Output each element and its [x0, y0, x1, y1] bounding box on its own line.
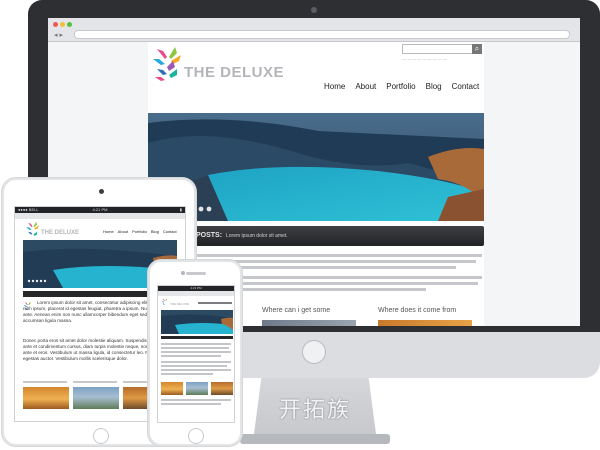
body-text-line — [161, 399, 231, 401]
maximize-window-button[interactable] — [67, 22, 72, 27]
slider-dot[interactable] — [206, 206, 212, 212]
body-text-line — [161, 365, 227, 367]
column-title — [73, 381, 117, 383]
birds-logo-icon — [153, 47, 181, 81]
nav-contact[interactable]: Contact — [452, 82, 480, 91]
nav-home[interactable]: Home — [324, 82, 345, 91]
body-text-line — [196, 254, 482, 257]
site-logo-text: THE DELUXE — [170, 302, 190, 306]
main-nav: Home About Portfolio Blog Contact — [324, 82, 479, 91]
minimize-window-button[interactable] — [60, 22, 65, 27]
phone-nav[interactable] — [198, 302, 232, 304]
body-text-line — [161, 347, 229, 349]
body-text-line — [161, 403, 221, 405]
body-text-line — [161, 369, 231, 371]
posts-bar — [161, 336, 233, 339]
site-logo-text: THE DELUXE — [184, 64, 285, 81]
nav-about[interactable]: About — [355, 82, 376, 91]
body-text-line — [161, 343, 231, 345]
posts-text[interactable]: Lorem ipsum dolor sit amet. — [226, 233, 288, 239]
iphone-home-button[interactable] — [188, 428, 204, 444]
nav-portfolio[interactable]: Portfolio — [132, 229, 147, 234]
column-title-where-from: Where does it come from — [378, 307, 457, 314]
nav-contact[interactable]: Contact — [163, 229, 177, 234]
tablet-nav: Home About Portfolio Blog Contact — [103, 229, 177, 234]
iphone-screen: 4:21 PM THE DELUXE — [157, 285, 235, 423]
site-logo-text: THE DELUXE — [41, 230, 80, 236]
close-window-button[interactable] — [53, 22, 58, 27]
clock-label: 4:21 PM — [190, 286, 202, 290]
column-title — [23, 381, 67, 383]
iphone-speaker — [186, 272, 206, 275]
browser-chrome: ◂ ▸ — [48, 18, 580, 42]
ipad-browser-toolbar — [15, 213, 185, 219]
ipad-home-button[interactable] — [93, 428, 109, 444]
site-tagline: — — — — — — — — — — [402, 56, 447, 61]
birds-logo-icon — [161, 298, 168, 305]
nav-blog[interactable]: Blog — [426, 82, 442, 91]
thumbnail-image[interactable] — [23, 387, 69, 409]
nav-portfolio[interactable]: Portfolio — [386, 82, 415, 91]
nav-about[interactable]: About — [118, 229, 128, 234]
body-text-line — [161, 373, 213, 375]
imac-camera — [311, 7, 317, 13]
thumbnail-image[interactable] — [262, 320, 356, 326]
search-input[interactable] — [402, 44, 482, 54]
iphone-camera — [181, 271, 185, 275]
watermark-text: 开拓族 — [278, 398, 351, 423]
body-text-line — [161, 351, 231, 353]
column-title-where-get: Where can i get some — [262, 307, 331, 314]
thumbnail-image[interactable] — [73, 387, 119, 409]
slider-dot[interactable] — [198, 206, 204, 212]
birds-logo-icon — [26, 221, 39, 236]
search-icon[interactable]: ⌕ — [472, 44, 482, 54]
thumbnail-image[interactable] — [161, 382, 183, 395]
iphone-device: 4:21 PM THE DELUXE — [148, 260, 242, 446]
hero-lake-image — [161, 310, 233, 334]
thumbnail-image[interactable] — [378, 320, 472, 326]
body-text-line — [161, 355, 221, 357]
browser-nav-arrows-icon[interactable]: ◂ ▸ — [54, 31, 63, 39]
ipad-camera — [99, 189, 104, 194]
posts-bar: POSTS: Lorem ipsum dolor sit amet. — [148, 226, 484, 246]
imac-logo — [302, 340, 326, 364]
nav-blog[interactable]: Blog — [151, 229, 159, 234]
thumbnail-image[interactable] — [186, 382, 208, 395]
nav-home[interactable]: Home — [103, 229, 114, 234]
address-bar[interactable] — [74, 30, 570, 39]
imac-stand-base — [240, 434, 390, 444]
posts-label: POSTS: — [196, 232, 223, 239]
iphone-browser-toolbar — [158, 291, 234, 296]
hero-lake-image — [148, 113, 484, 221]
thumbnail-image[interactable] — [211, 382, 233, 395]
body-text-line — [161, 361, 231, 363]
body-text-line — [196, 260, 476, 263]
device-mockup-stage: 开拓族 ◂ ▸ THE DELUXE ⌕ — — — — — — — — — H… — [0, 0, 600, 450]
